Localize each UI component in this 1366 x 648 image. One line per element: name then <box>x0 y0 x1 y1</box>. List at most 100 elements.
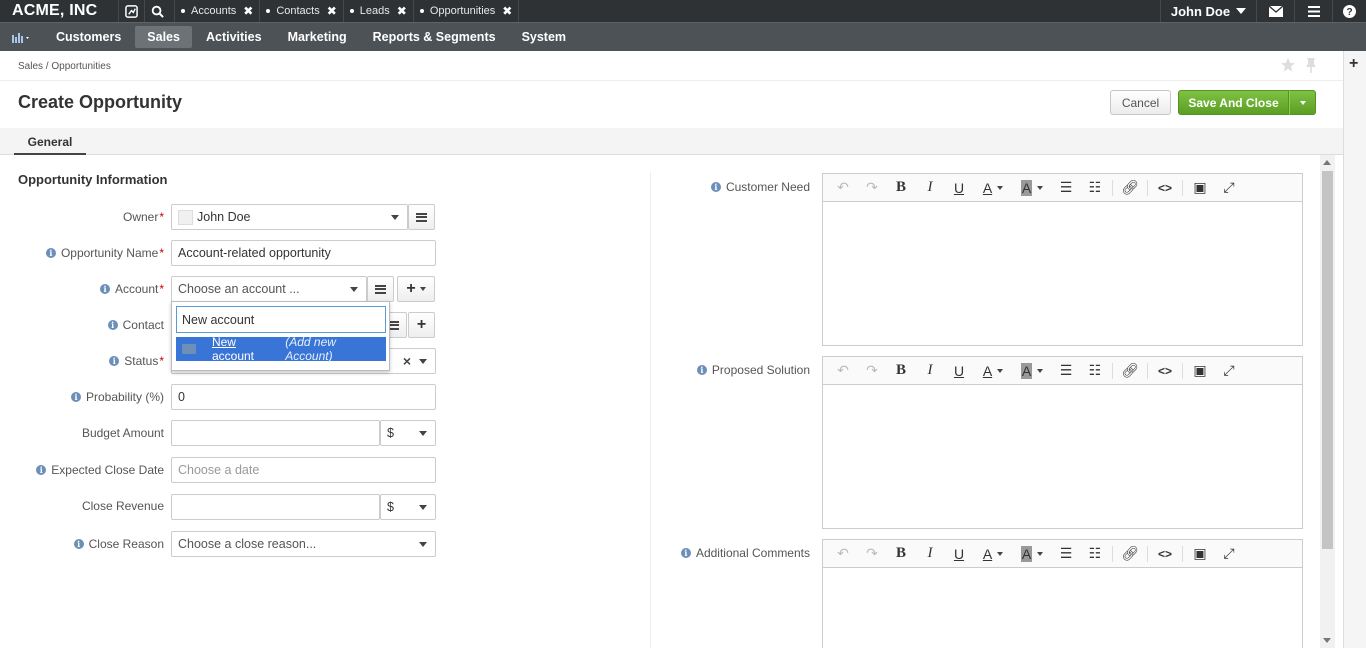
redo-icon[interactable]: ↷ <box>860 544 884 564</box>
redo-icon[interactable]: ↷ <box>860 178 884 198</box>
save-options-button[interactable] <box>1289 90 1316 115</box>
link-icon[interactable]: 🔗︎ <box>1118 178 1142 198</box>
chevron-down-icon <box>391 215 399 220</box>
contact-add-button[interactable]: + <box>408 312 435 338</box>
link-icon[interactable]: 🔗︎ <box>1118 361 1142 381</box>
search-icon[interactable] <box>144 0 170 22</box>
pinned-tab-opportunities[interactable]: Opportunities ✖ <box>412 0 520 22</box>
bold-icon[interactable]: B <box>889 544 913 564</box>
text-color-icon[interactable]: A <box>976 178 1010 198</box>
info-icon: i <box>73 539 84 549</box>
italic-icon[interactable]: I <box>918 544 942 564</box>
numbered-list-icon[interactable]: ☷ <box>1083 361 1107 381</box>
help-icon[interactable]: ? <box>1332 0 1366 22</box>
dashboard-menu[interactable] <box>0 23 44 52</box>
nav-activities[interactable]: Activities <box>194 26 274 48</box>
pinned-tab-leads[interactable]: Leads ✖ <box>342 0 413 22</box>
info-icon: i <box>70 392 81 402</box>
italic-icon[interactable]: I <box>918 178 942 198</box>
close-icon[interactable]: ✖ <box>243 4 253 18</box>
undo-icon[interactable]: ↶ <box>831 361 855 381</box>
fullscreen-icon[interactable]: ⤢ <box>1217 544 1241 564</box>
pinned-tab-accounts[interactable]: Accounts ✖ <box>174 0 259 22</box>
budget-amount-input[interactable] <box>171 420 380 446</box>
brand-logo[interactable]: ACME, INC <box>0 2 118 20</box>
expected-close-date-input[interactable]: Choose a date <box>171 457 436 483</box>
image-icon[interactable]: ▣ <box>1188 178 1212 198</box>
close-icon[interactable]: ✖ <box>327 4 337 18</box>
tab-label: Opportunities <box>429 5 496 17</box>
redo-icon[interactable]: ↷ <box>860 361 884 381</box>
budget-currency-select[interactable]: $ <box>380 420 436 446</box>
underline-icon[interactable]: U <box>947 361 971 381</box>
italic-icon[interactable]: I <box>918 361 942 381</box>
add-new-account-option[interactable]: New account (Add new Account) <box>176 335 386 363</box>
code-icon[interactable]: <> <box>1153 361 1177 381</box>
clear-icon[interactable]: × <box>403 353 411 369</box>
close-icon[interactable]: ✖ <box>502 4 512 18</box>
nav-customers[interactable]: Customers <box>44 26 133 48</box>
info-icon: i <box>99 284 110 294</box>
bullet-list-icon[interactable]: ☰ <box>1054 361 1078 381</box>
envelope-icon[interactable] <box>1256 0 1294 22</box>
expected-close-date-label: i Expected Close Date <box>4 462 164 478</box>
proposed-solution-editor[interactable]: ↶ ↷ B I U A A ☰ ☷ 🔗︎ <> ▣ ⤢ <box>822 356 1303 529</box>
text-color-icon[interactable]: A <box>976 544 1010 564</box>
nav-system[interactable]: System <box>510 26 578 48</box>
nav-marketing[interactable]: Marketing <box>276 26 359 48</box>
numbered-list-icon[interactable]: ☷ <box>1083 178 1107 198</box>
cancel-button[interactable]: Cancel <box>1110 90 1171 115</box>
account-select[interactable]: Choose an account ... <box>171 276 367 302</box>
pinned-tab-contacts[interactable]: Contacts ✖ <box>259 0 342 22</box>
undo-icon[interactable]: ↶ <box>831 178 855 198</box>
undo-icon[interactable]: ↶ <box>831 544 855 564</box>
bold-icon[interactable]: B <box>889 178 913 198</box>
probability-input[interactable]: 0 <box>171 384 436 410</box>
customer-need-editor[interactable]: ↶ ↷ B I U A A ☰ ☷ 🔗︎ <> ▣ ⤢ <box>822 173 1303 346</box>
owner-list-button[interactable] <box>408 204 435 230</box>
close-revenue-input[interactable] <box>171 494 380 520</box>
account-add-button[interactable]: + <box>397 276 435 302</box>
plus-icon[interactable]: + <box>1349 55 1358 73</box>
user-menu[interactable]: John Doe <box>1160 0 1256 22</box>
info-icon: i <box>696 365 707 375</box>
numbered-list-icon[interactable]: ☷ <box>1083 544 1107 564</box>
bold-icon[interactable]: B <box>889 361 913 381</box>
pin-icon[interactable] <box>1304 57 1318 73</box>
dashboard-icon[interactable] <box>118 0 144 22</box>
text-color-icon[interactable]: A <box>976 361 1010 381</box>
option-label: New account <box>211 335 254 363</box>
image-icon[interactable]: ▣ <box>1188 544 1212 564</box>
bullet-list-icon[interactable]: ☰ <box>1054 178 1078 198</box>
bullet-list-icon[interactable]: ☰ <box>1054 544 1078 564</box>
close-icon[interactable]: ✖ <box>397 4 407 18</box>
fullscreen-icon[interactable]: ⤢ <box>1217 361 1241 381</box>
underline-icon[interactable]: U <box>947 178 971 198</box>
fullscreen-icon[interactable]: ⤢ <box>1217 178 1241 198</box>
link-icon[interactable]: 🔗︎ <box>1118 544 1142 564</box>
chevron-down-icon <box>419 431 427 436</box>
tab-label: Contacts <box>276 5 320 17</box>
opportunity-name-input[interactable]: Account-related opportunity <box>171 240 436 266</box>
nav-reports-segments[interactable]: Reports & Segments <box>361 26 508 48</box>
content-scrollbar[interactable] <box>1320 155 1335 648</box>
underline-icon[interactable]: U <box>947 544 971 564</box>
background-color-icon[interactable]: A <box>1015 544 1049 564</box>
close-reason-select[interactable]: Choose a close reason... <box>171 531 436 557</box>
tab-general[interactable]: General <box>14 134 86 155</box>
menu-icon[interactable] <box>1294 0 1332 22</box>
background-color-icon[interactable]: A <box>1015 361 1049 381</box>
owner-select[interactable]: John Doe <box>171 204 408 230</box>
star-icon[interactable] <box>1280 57 1296 73</box>
save-and-close-button[interactable]: Save And Close <box>1178 90 1289 115</box>
nav-sales[interactable]: Sales <box>135 26 192 48</box>
background-color-icon[interactable]: A <box>1015 178 1049 198</box>
image-icon[interactable]: ▣ <box>1188 361 1212 381</box>
account-search-input[interactable]: New account <box>176 306 386 333</box>
account-list-button[interactable] <box>367 276 394 302</box>
code-icon[interactable]: <> <box>1153 178 1177 198</box>
code-icon[interactable]: <> <box>1153 544 1177 564</box>
additional-comments-editor[interactable]: ↶ ↷ B I U A A ☰ ☷ 🔗︎ <> ▣ ⤢ <box>822 539 1303 648</box>
dot-icon <box>419 9 424 13</box>
close-revenue-currency-select[interactable]: $ <box>380 494 436 520</box>
